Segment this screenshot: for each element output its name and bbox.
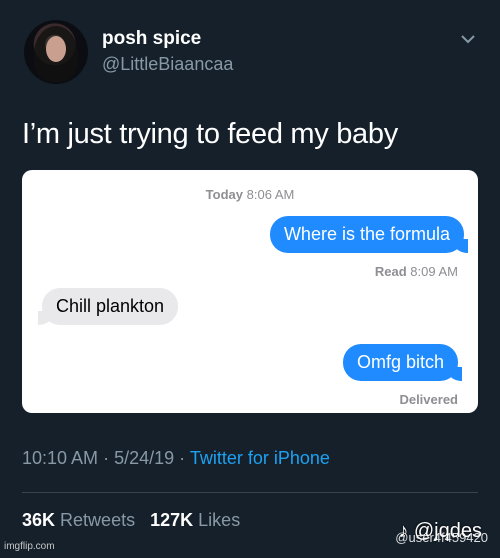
message-bubble-sent: Omfg bitch bbox=[342, 344, 462, 381]
imessage-screenshot: Today 8:06 AM Where is the formula Read … bbox=[22, 170, 478, 413]
tiktok-user-id: @user4f459420 bbox=[395, 530, 488, 545]
message-text: Chill plankton bbox=[56, 296, 165, 316]
meta-separator: · bbox=[103, 448, 110, 468]
tweet-meta: 10:10 AM · 5/24/19 · Twitter for iPhone bbox=[22, 448, 330, 469]
likes-stat[interactable]: 127K Likes bbox=[150, 510, 240, 530]
imgflip-watermark: imgflip.com bbox=[4, 541, 55, 552]
avatar[interactable] bbox=[24, 20, 88, 84]
tweet-source-link[interactable]: Twitter for iPhone bbox=[190, 448, 330, 468]
avatar-face bbox=[46, 36, 66, 62]
divider bbox=[22, 492, 478, 493]
retweets-count: 36K bbox=[22, 510, 56, 530]
read-time: 8:09 AM bbox=[410, 264, 458, 279]
display-name[interactable]: posh spice bbox=[102, 28, 201, 50]
tweet-stats: 36K Retweets 127K Likes bbox=[22, 510, 240, 531]
timestamp-time: 8:06 AM bbox=[246, 187, 295, 202]
bubble-tail bbox=[38, 311, 52, 325]
message-timestamp: Today 8:06 AM bbox=[22, 187, 478, 202]
chevron-down-icon[interactable] bbox=[459, 32, 477, 46]
delivered-status: Delivered bbox=[399, 392, 458, 407]
bubble-tail bbox=[448, 367, 462, 381]
tweet-text: I’m just trying to feed my baby bbox=[22, 118, 398, 150]
message-text: Omfg bitch bbox=[356, 352, 444, 372]
message-bubble-received: Chill plankton bbox=[38, 288, 179, 325]
retweets-stat[interactable]: 36K Retweets bbox=[22, 510, 140, 530]
read-label: Read bbox=[374, 264, 407, 279]
message-bubble-sent: Where is the formula bbox=[269, 216, 468, 253]
tweet-date[interactable]: 5/24/19 bbox=[114, 448, 174, 468]
read-receipt: Read 8:09 AM bbox=[375, 264, 458, 279]
bubble-tail bbox=[454, 239, 468, 253]
tweet-time[interactable]: 10:10 AM bbox=[22, 448, 98, 468]
likes-label: Likes bbox=[198, 510, 241, 530]
message-text: Where is the formula bbox=[283, 224, 450, 244]
likes-count: 127K bbox=[150, 510, 194, 530]
meta-separator: · bbox=[179, 448, 186, 468]
timestamp-day: Today bbox=[205, 187, 243, 202]
user-handle[interactable]: @LittleBiaancaa bbox=[102, 54, 233, 75]
retweets-label: Retweets bbox=[60, 510, 136, 530]
